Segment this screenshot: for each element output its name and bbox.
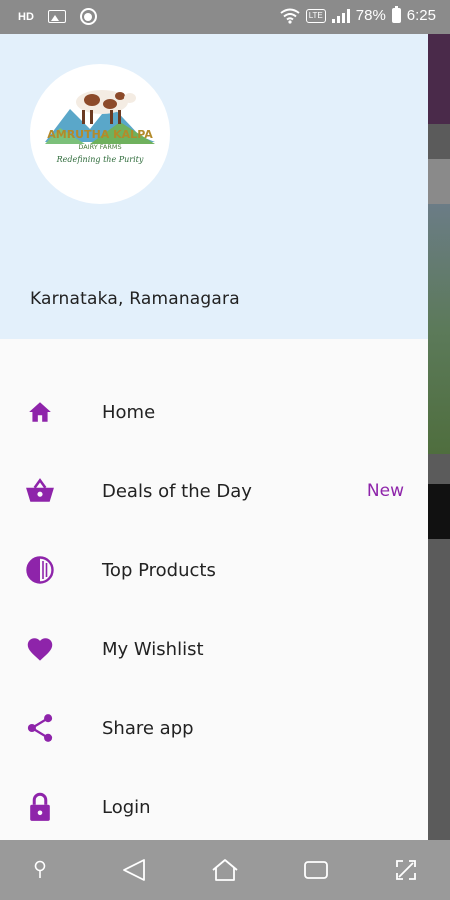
- status-left: HD: [18, 8, 97, 25]
- menu-item-label: Deals of the Day: [102, 480, 252, 502]
- hd-indicator: HD: [18, 10, 34, 23]
- contrast-icon: [24, 554, 56, 586]
- gallery-notification-icon: [47, 10, 66, 23]
- lock-icon: [24, 791, 56, 823]
- system-navigation-bar: [0, 840, 450, 900]
- clock: 6:25: [406, 7, 436, 24]
- share-icon: [24, 712, 56, 744]
- home-button-icon[interactable]: [210, 856, 240, 884]
- menu-item-label: My Wishlist: [102, 638, 204, 660]
- menu-item-label: Login: [102, 796, 151, 818]
- pin-icon[interactable]: [25, 856, 55, 884]
- volte-icon: LTE: [305, 8, 326, 23]
- battery-icon: [391, 6, 401, 23]
- record-notification-icon: [79, 8, 97, 25]
- drawer-header: AMRUTHA KALPA DAIRY FARMS Redefining the…: [0, 34, 428, 339]
- signal-icon: [331, 8, 350, 23]
- menu-item-label: Share app: [102, 717, 194, 739]
- background-app-toolbar: [428, 34, 450, 124]
- recents-icon[interactable]: [301, 856, 331, 884]
- svg-text:Redefining the Purity: Redefining the Purity: [56, 155, 144, 164]
- basket-icon: [24, 475, 56, 507]
- screenshot-icon[interactable]: [391, 856, 421, 884]
- brand-logo: AMRUTHA KALPA DAIRY FARMS Redefining the…: [30, 64, 170, 204]
- new-badge: New: [366, 481, 404, 501]
- menu-item-label: Home: [102, 401, 156, 423]
- svg-text:DAIRY FARMS: DAIRY FARMS: [78, 143, 121, 151]
- wifi-icon: [280, 8, 300, 24]
- back-icon[interactable]: [119, 856, 149, 884]
- menu-item-home[interactable]: Home: [0, 382, 428, 442]
- home-icon: [24, 396, 56, 428]
- status-bar: HD LTE 78% 6:25: [0, 0, 450, 34]
- menu-item-my-wishlist[interactable]: My Wishlist: [0, 619, 428, 679]
- battery-percent: 78%: [355, 7, 386, 24]
- menu-item-share-app[interactable]: Share app: [0, 698, 428, 758]
- background-app-strip: [428, 484, 450, 539]
- heart-icon: [24, 633, 56, 665]
- location-text[interactable]: Karnataka, Ramanagara: [30, 289, 240, 309]
- background-app-search: [428, 159, 450, 205]
- menu-item-top-products[interactable]: Top Products: [0, 540, 428, 600]
- menu-item-login[interactable]: Login: [0, 777, 428, 837]
- status-right: LTE 78% 6:25: [280, 6, 436, 24]
- background-app-banner: [428, 204, 450, 454]
- menu-item-deals-of-the-day[interactable]: Deals of the Day New: [0, 461, 428, 521]
- logo-image: AMRUTHA KALPA DAIRY FARMS Redefining the…: [45, 90, 155, 164]
- navigation-drawer: AMRUTHA KALPA DAIRY FARMS Redefining the…: [0, 34, 428, 840]
- logo-brand-text: AMRUTHA KALPA: [47, 128, 153, 141]
- menu-item-label: Top Products: [102, 559, 216, 581]
- background-app-scrim[interactable]: [428, 34, 450, 840]
